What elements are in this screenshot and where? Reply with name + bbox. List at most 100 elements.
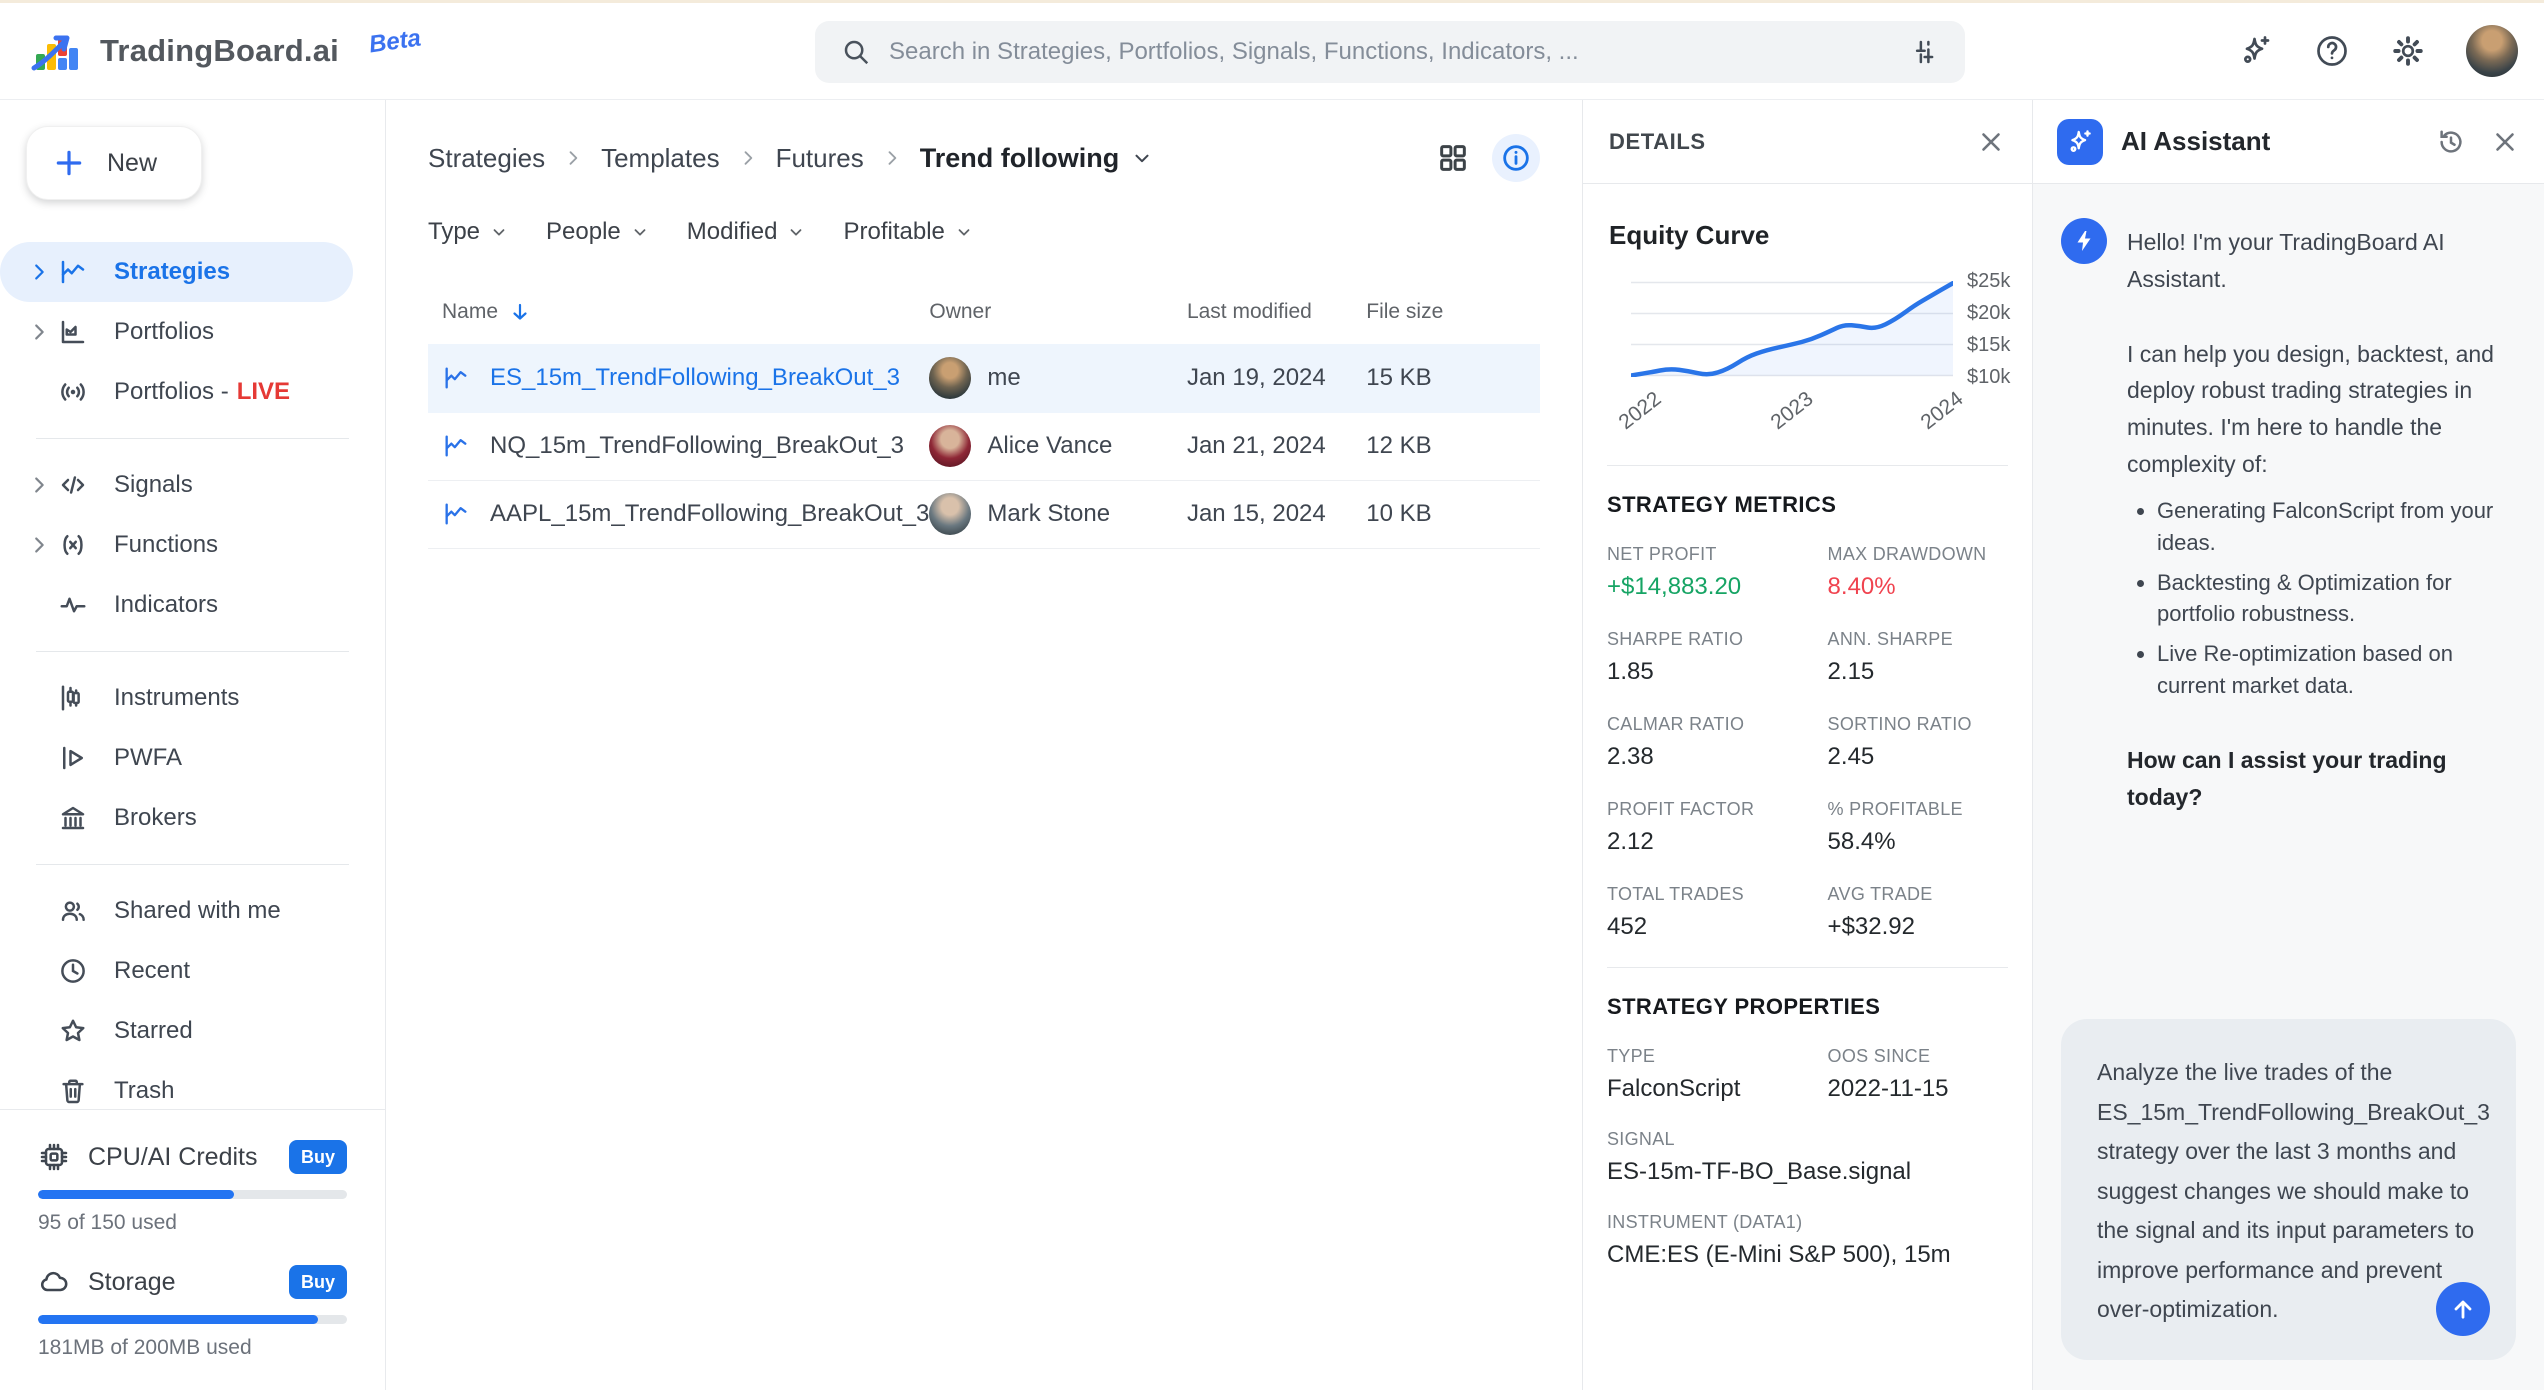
filter-label: People [546, 218, 621, 246]
sidebar-divider [36, 438, 349, 439]
sort-descending-icon[interactable] [508, 300, 532, 324]
ai-question: How can I assist your trading today? [2127, 742, 2516, 816]
plus-icon [53, 147, 85, 179]
file-size: 15 KB [1366, 344, 1540, 412]
ai-sparkle-icon[interactable] [2238, 33, 2274, 69]
chevron-down-icon [955, 223, 973, 241]
topbar-actions [2238, 3, 2518, 99]
chevron-right-icon[interactable] [28, 321, 58, 343]
storage-label: Storage [88, 1268, 289, 1297]
message-input-bubble[interactable]: Analyze the live trades of the ES_15m_Tr… [2061, 1019, 2516, 1360]
sidebar-item-label: Functions [114, 531, 218, 559]
sidebar-item-recent[interactable]: Recent [0, 941, 385, 1001]
history-icon[interactable] [2436, 127, 2466, 157]
sidebar-item-label: Recent [114, 957, 190, 985]
metric-sortino-ratio: SORTINO RATIO2.45 [1828, 714, 2008, 771]
owner-name: me [987, 364, 1020, 392]
chevron-right-icon[interactable] [28, 534, 58, 556]
sidebar-item-instruments[interactable]: Instruments [0, 668, 385, 728]
chevron-down-icon [787, 223, 805, 241]
sidebar-item-label: Portfolios - [114, 378, 229, 406]
close-icon[interactable] [1976, 127, 2006, 157]
column-header-size[interactable]: File size [1366, 286, 1540, 344]
settings-gear-icon[interactable] [2390, 33, 2426, 69]
breadcrumb-templates[interactable]: Templates [601, 143, 720, 174]
filter-people[interactable]: People [546, 218, 649, 246]
sidebar-nav: Strategies Portfolios Portfolios - LIVE … [0, 242, 385, 1121]
metric-calmar-ratio: CALMAR RATIO2.38 [1607, 714, 1828, 771]
search-filter-icon[interactable] [1909, 37, 1939, 67]
sidebar-item-indicators[interactable]: Indicators [0, 575, 385, 635]
filter-type[interactable]: Type [428, 218, 508, 246]
strategies-icon [58, 257, 92, 287]
filter-profitable[interactable]: Profitable [843, 218, 972, 246]
last-modified: Jan 15, 2024 [1187, 480, 1366, 548]
owner-name: Mark Stone [987, 500, 1110, 528]
file-size: 12 KB [1366, 412, 1540, 480]
breadcrumb-futures[interactable]: Futures [776, 143, 864, 174]
send-button[interactable] [2436, 1282, 2490, 1336]
close-icon[interactable] [2490, 127, 2520, 157]
owner-avatar [929, 493, 971, 535]
buy-credits-button[interactable]: Buy [289, 1140, 347, 1174]
column-header-owner[interactable]: Owner [929, 286, 1187, 344]
sidebar-item-signals[interactable]: Signals [0, 455, 385, 515]
user-avatar[interactable] [2466, 25, 2518, 77]
equity-curve-title: Equity Curve [1609, 220, 2008, 251]
strategy-name[interactable]: NQ_15m_TrendFollowing_BreakOut_3 [490, 432, 904, 460]
info-icon[interactable] [1492, 134, 1540, 182]
help-icon[interactable] [2314, 33, 2350, 69]
table-header-row: Name Owner Last modified File size [428, 286, 1540, 344]
buy-storage-button[interactable]: Buy [289, 1265, 347, 1299]
search-input[interactable] [889, 38, 1891, 66]
candlestick-icon [58, 683, 92, 713]
brand-logo-icon [30, 26, 84, 76]
file-table: Name Owner Last modified File size ES_15… [428, 286, 1540, 549]
breadcrumb-current-folder[interactable]: Trend following [920, 143, 1153, 174]
ai-intro: I can help you design, backtest, and dep… [2127, 336, 2516, 483]
chevron-right-icon[interactable] [28, 474, 58, 496]
cpu-icon [38, 1141, 70, 1173]
topbar: TradingBoard.ai Beta [0, 3, 2544, 100]
sidebar-item-shared[interactable]: Shared with me [0, 881, 385, 941]
column-header-modified[interactable]: Last modified [1187, 286, 1366, 344]
sidebar-divider [36, 864, 349, 865]
sidebar-item-functions[interactable]: Functions [0, 515, 385, 575]
current-folder-label: Trend following [920, 143, 1119, 174]
sidebar-item-pwfa[interactable]: PWFA [0, 728, 385, 788]
metric-avg-trade: AVG TRADE+$32.92 [1828, 884, 2008, 941]
table-row[interactable]: AAPL_15m_TrendFollowing_BreakOut_3 Mark … [428, 480, 1540, 548]
chevron-right-icon[interactable] [28, 261, 58, 283]
strategy-properties-grid: TYPEFalconScript OOS SINCE2022-11-15 SIG… [1607, 1046, 2008, 1269]
strategy-name[interactable]: AAPL_15m_TrendFollowing_BreakOut_3 [490, 500, 929, 528]
chevron-down-icon [631, 223, 649, 241]
draft-message-text[interactable]: Analyze the live trades of the ES_15m_Tr… [2097, 1053, 2480, 1330]
metric-ann-sharpe: ANN. SHARPE2.15 [1828, 629, 2008, 686]
sidebar-item-strategies[interactable]: Strategies [0, 242, 353, 302]
new-button-label: New [107, 149, 157, 178]
sidebar-item-portfolios-live[interactable]: Portfolios - LIVE [0, 362, 385, 422]
sidebar-item-label: Brokers [114, 804, 197, 832]
brand[interactable]: TradingBoard.ai Beta [30, 26, 421, 76]
property-instrument: INSTRUMENT (DATA1)CME:ES (E-Mini S&P 500… [1607, 1212, 2008, 1269]
sidebar-item-brokers[interactable]: Brokers [0, 788, 385, 848]
credits-progress-track [38, 1190, 347, 1199]
cloud-icon [38, 1266, 70, 1298]
chevron-down-icon [1131, 147, 1153, 169]
strategy-name[interactable]: ES_15m_TrendFollowing_BreakOut_3 [490, 364, 900, 392]
grid-view-icon[interactable] [1436, 141, 1470, 175]
breadcrumb-strategies[interactable]: Strategies [428, 143, 545, 174]
ai-assistant-logo-icon [2057, 119, 2103, 165]
table-row[interactable]: NQ_15m_TrendFollowing_BreakOut_3 Alice V… [428, 412, 1540, 480]
trash-icon [58, 1076, 92, 1106]
breadcrumb-separator-icon [882, 148, 902, 168]
column-header-name[interactable]: Name [442, 300, 498, 324]
sidebar-item-portfolios[interactable]: Portfolios [0, 302, 385, 362]
table-row[interactable]: ES_15m_TrendFollowing_BreakOut_3 me Jan … [428, 344, 1540, 412]
new-button[interactable]: New [26, 126, 202, 200]
credits-progress-fill [38, 1190, 234, 1199]
global-search[interactable] [815, 21, 1965, 83]
credits-usage: CPU/AI Credits Buy 95 of 150 used [38, 1140, 347, 1235]
filter-modified[interactable]: Modified [687, 218, 806, 246]
sidebar-item-starred[interactable]: Starred [0, 1001, 385, 1061]
